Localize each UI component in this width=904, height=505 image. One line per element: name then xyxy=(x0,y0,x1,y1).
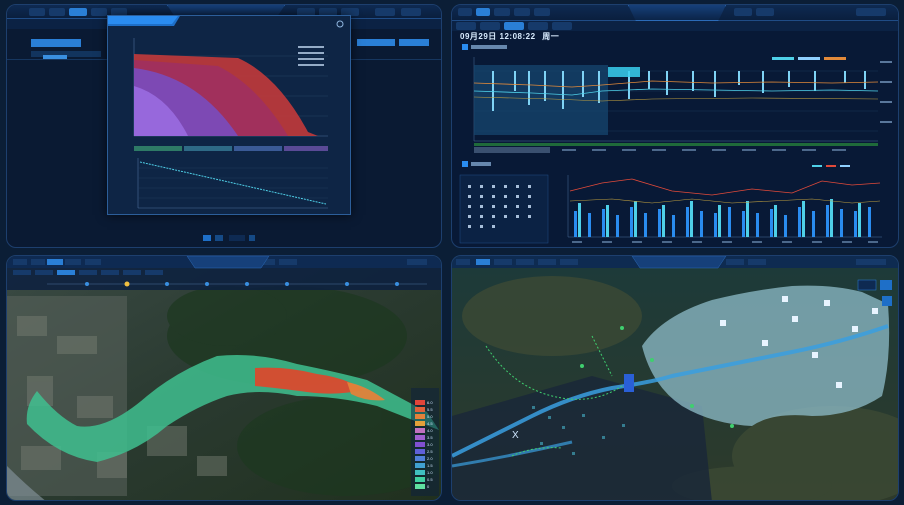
nav-tab-4[interactable] xyxy=(91,8,107,16)
system-title-plate xyxy=(628,5,726,21)
legend-value: 5.0 xyxy=(427,414,433,419)
analysis-modal xyxy=(107,15,351,215)
sub-tab-5[interactable] xyxy=(552,22,572,30)
close-icon xyxy=(336,20,344,28)
weekday-text: 周一 xyxy=(542,32,560,41)
panel-flood-analysis xyxy=(6,4,442,248)
legend-value: 0 xyxy=(427,484,430,489)
layer-toggle xyxy=(857,279,877,291)
compass-icon: X xyxy=(512,430,519,441)
nav-tab-2[interactable] xyxy=(49,8,65,16)
sub-navigation-bar xyxy=(452,21,898,31)
sub-tab-active[interactable] xyxy=(504,22,524,30)
panel-flood-map: 6.0 5.5 5.0 4.5 4.0 3.5 3.0 2.5 2.0 1.5 … xyxy=(6,255,442,501)
user-area[interactable] xyxy=(856,8,886,16)
nav-tab-active[interactable] xyxy=(476,8,490,16)
panel-monitoring-charts: 09月29日 12:08:22 周一 xyxy=(451,4,899,248)
nav-tab-7[interactable] xyxy=(756,8,774,16)
top-navigation-bar xyxy=(452,5,898,21)
legend-value: 6.0 xyxy=(427,400,433,405)
flood-depth-legend: 6.0 5.5 5.0 4.5 4.0 3.5 3.0 2.5 2.0 1.5 … xyxy=(427,399,441,490)
modal-content xyxy=(108,16,344,209)
nav-tab-active[interactable] xyxy=(69,8,87,16)
monitoring-charts xyxy=(459,44,892,244)
dashboard-collage: 09月29日 12:08:22 周一 6.0 5.5 5.0 4.5 4.0 3… xyxy=(0,0,904,505)
sub-tab-4[interactable] xyxy=(528,22,548,30)
3d-basin-map[interactable]: X xyxy=(452,256,899,501)
sub-tab-2[interactable] xyxy=(480,22,500,30)
nav-tab-4[interactable] xyxy=(514,8,530,16)
legend-value: 3.0 xyxy=(427,442,433,447)
datetime-text: 09月29日 12:08:22 xyxy=(460,32,536,41)
legend-value: 2.5 xyxy=(427,449,433,454)
legend-value: 2.0 xyxy=(427,456,433,461)
nav-tab-3[interactable] xyxy=(494,8,510,16)
zoom-control xyxy=(882,296,892,306)
nav-tab-6[interactable] xyxy=(734,8,752,16)
nav-tab-1[interactable] xyxy=(458,8,472,16)
legend-value: 1.5 xyxy=(427,463,433,468)
pagination[interactable] xyxy=(203,233,263,243)
legend-value: 3.5 xyxy=(427,435,433,440)
legend-value: 4.5 xyxy=(427,421,433,426)
panel-3d-basin: X xyxy=(451,255,899,501)
nav-tab-5[interactable] xyxy=(534,8,550,16)
legend-value: 4.0 xyxy=(427,428,433,433)
legend-value: 1.0 xyxy=(427,470,433,475)
nav-tab-1[interactable] xyxy=(29,8,45,16)
user-area[interactable] xyxy=(375,8,395,16)
legend-value: 5.5 xyxy=(427,407,433,412)
legend-value: 0.5 xyxy=(427,477,433,482)
settings-area[interactable] xyxy=(401,8,421,16)
section-marker-icon-2 xyxy=(462,161,468,167)
satellite-flood-map[interactable] xyxy=(7,256,442,501)
sub-tab-1[interactable] xyxy=(456,22,476,30)
section-marker-icon xyxy=(462,44,468,50)
